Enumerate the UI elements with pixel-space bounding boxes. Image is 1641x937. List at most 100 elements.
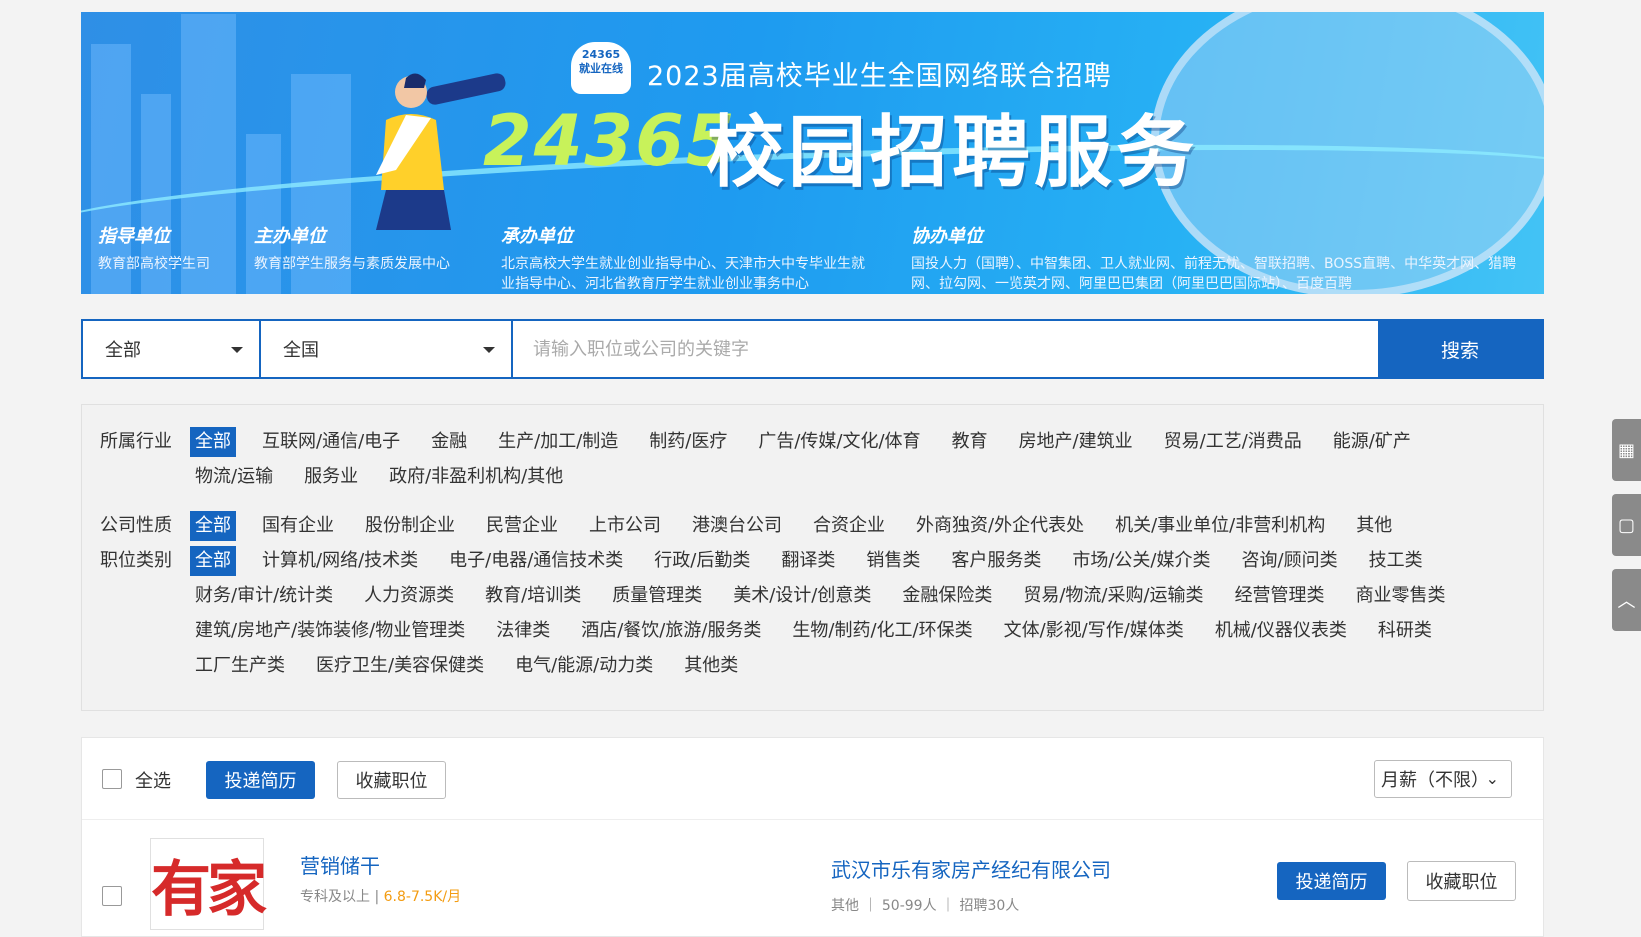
filter-option[interactable]: 技工类 xyxy=(1364,546,1428,576)
filter-option[interactable]: 机关/事业单位/非营利机构 xyxy=(1110,511,1330,541)
filter-option[interactable]: 建筑/房地产/装饰装修/物业管理类 xyxy=(190,616,470,646)
org-text: 国投人力（国聘）、中智集团、卫人就业网、前程无忧、智联招聘、BOSS直聘、中华英… xyxy=(911,256,1517,292)
filter-panel: 所属行业 全部 互联网/通信/电子 金融 生产/加工/制造 制药/医疗 广告/传媒/文化/… xyxy=(81,404,1544,711)
filter-option[interactable]: 服务业 xyxy=(299,462,363,492)
org-heading: 承办单位 xyxy=(501,226,573,247)
filter-option[interactable]: 行政/后勤类 xyxy=(649,546,755,576)
filter-option[interactable]: 工厂生产类 xyxy=(190,651,290,681)
filter-option[interactable]: 客户服务类 xyxy=(946,546,1046,576)
org-heading: 协办单位 xyxy=(911,226,983,247)
up-icon[interactable]: ︿ xyxy=(1612,569,1641,631)
job-title-link[interactable]: 营销储干 xyxy=(300,850,380,879)
caret-down-icon xyxy=(483,347,495,353)
filter-option[interactable]: 教育 xyxy=(947,427,993,457)
job-education: 专科及以上 xyxy=(300,889,370,905)
org-guide: 指导单位 教育部高校学生司 xyxy=(98,222,238,274)
apply-button[interactable]: 投递简历 xyxy=(1277,862,1386,900)
type-select-value: 全部 xyxy=(105,340,141,361)
org-coorganizer: 协办单位 国投人力（国聘）、中智集团、卫人就业网、前程无忧、智联招聘、BOSS直… xyxy=(911,222,1531,294)
campus-recruitment-banner: 24365 就业在线 2023届高校毕业生全国网络联合招聘 24365 校园招聘… xyxy=(81,12,1544,294)
filter-option[interactable]: 政府/非盈利机构/其他 xyxy=(384,462,568,492)
search-bar: 全部 全国 搜索 xyxy=(81,319,1544,379)
type-select[interactable]: 全部 xyxy=(83,321,261,377)
filter-option[interactable]: 能源/矿产 xyxy=(1328,427,1416,457)
filter-option[interactable]: 房地产/建筑业 xyxy=(1014,427,1138,457)
caret-down-icon xyxy=(231,347,243,353)
filter-option[interactable]: 财务/审计/统计类 xyxy=(190,581,338,611)
region-select[interactable]: 全国 xyxy=(261,321,513,377)
org-heading: 主办单位 xyxy=(254,226,326,247)
org-text: 教育部高校学生司 xyxy=(98,256,210,272)
filter-option[interactable]: 生物/制药/化工/环保类 xyxy=(787,616,977,646)
filter-option[interactable]: 电气/能源/动力类 xyxy=(510,651,658,681)
filter-option[interactable]: 贸易/工艺/消费品 xyxy=(1159,427,1307,457)
filter-option[interactable]: 股份制企业 xyxy=(360,511,460,541)
filter-option[interactable]: 人力资源类 xyxy=(359,581,459,611)
salary-select-value: 月薪（不限） xyxy=(1381,770,1489,791)
filter-option[interactable]: 上市公司 xyxy=(584,511,666,541)
filter-option[interactable]: 其他类 xyxy=(679,651,743,681)
filter-label: 所属行业 xyxy=(100,431,172,452)
select-all-label[interactable]: 全选 xyxy=(135,767,171,793)
favorite-button[interactable]: 收藏职位 xyxy=(1407,861,1516,901)
filter-option[interactable]: 国有企业 xyxy=(257,511,339,541)
filter-option[interactable]: 金融保险类 xyxy=(897,581,997,611)
qrcode-icon[interactable]: ▦ xyxy=(1612,419,1641,481)
org-heading: 指导单位 xyxy=(98,226,170,247)
banner-title: 校园招聘服务 xyxy=(706,108,1199,198)
company-logo-text: 有家 xyxy=(151,854,267,925)
filter-option[interactable]: 销售类 xyxy=(861,546,925,576)
filter-option[interactable]: 酒店/餐饮/旅游/服务类 xyxy=(576,616,766,646)
filter-option[interactable]: 法律类 xyxy=(491,616,555,646)
filter-options: 全部 互联网/通信/电子 金融 生产/加工/制造 制药/医疗 广告/传媒/文化/体育 教育房… xyxy=(190,427,1490,492)
filter-option[interactable]: 质量管理类 xyxy=(607,581,707,611)
filter-option[interactable]: 全部 xyxy=(190,546,236,576)
filter-option[interactable]: 电子/电器/通信技术类 xyxy=(444,546,628,576)
batch-favorite-button[interactable]: 收藏职位 xyxy=(337,761,446,799)
company-logo[interactable]: 有家 xyxy=(150,838,267,930)
filter-option[interactable]: 广告/传媒/文化/体育 xyxy=(753,427,925,457)
filter-option[interactable]: 贸易/物流/采购/运输类 xyxy=(1018,581,1208,611)
filter-option[interactable]: 科研类 xyxy=(1373,616,1437,646)
filter-option[interactable]: 咨询/顾问类 xyxy=(1237,546,1343,576)
filter-option[interactable]: 经营管理类 xyxy=(1230,581,1330,611)
filter-option[interactable]: 港澳台公司 xyxy=(687,511,787,541)
job-checkbox[interactable] xyxy=(102,886,122,906)
filter-option[interactable]: 全部 xyxy=(190,427,236,457)
filter-option[interactable]: 合资企业 xyxy=(808,511,890,541)
job-meta: 专科及以上 | 6.8-7.5K/月 xyxy=(300,886,461,906)
company-name-link[interactable]: 武汉市乐有家房产经纪有限公司 xyxy=(831,854,1111,883)
filter-option[interactable]: 互联网/通信/电子 xyxy=(257,427,405,457)
filter-option[interactable]: 计算机/网络/技术类 xyxy=(257,546,423,576)
filter-option[interactable]: 市场/公关/媒介类 xyxy=(1067,546,1215,576)
filter-option[interactable]: 机械/仪器仪表类 xyxy=(1210,616,1352,646)
filter-option[interactable]: 翻译类 xyxy=(776,546,840,576)
filter-row-industry: 所属行业 全部 互联网/通信/电子 金融 生产/加工/制造 制药/医疗 广告/传媒/文化/… xyxy=(100,427,1490,492)
filter-option[interactable]: 全部 xyxy=(190,511,236,541)
batch-apply-button[interactable]: 投递简历 xyxy=(206,761,315,799)
filter-option[interactable]: 制药/医疗 xyxy=(644,427,732,457)
keyword-search-input[interactable] xyxy=(513,321,1378,377)
filter-option[interactable]: 物流/运输 xyxy=(190,462,278,492)
banner-number: 24365 xyxy=(483,100,737,182)
filter-option[interactable]: 其他 xyxy=(1351,511,1397,541)
salary-filter-select[interactable]: 月薪（不限） ⌄ xyxy=(1374,760,1512,798)
filter-option[interactable]: 教育/培训类 xyxy=(480,581,586,611)
org-host: 主办单位 教育部学生服务与素质发展中心 xyxy=(254,222,484,274)
company-meta: 其他 ｜ 50-99人 ｜ 招聘30人 xyxy=(831,898,1020,914)
filter-option[interactable]: 文体/影视/写作/媒体类 xyxy=(999,616,1189,646)
org-text: 北京高校大学生就业创业指导中心、天津市大中专毕业生就业指导中心、河北省教育厅学生… xyxy=(501,256,865,292)
filter-option[interactable]: 美术/设计/创意类 xyxy=(728,581,876,611)
select-all-checkbox[interactable] xyxy=(102,769,122,789)
region-select-value: 全国 xyxy=(283,340,319,361)
results-toolbar: 全选 投递简历 收藏职位 月薪（不限） ⌄ xyxy=(82,738,1543,820)
filter-option[interactable]: 生产/加工/制造 xyxy=(493,427,623,457)
filter-option[interactable]: 商业零售类 xyxy=(1351,581,1451,611)
filter-option[interactable]: 医疗卫生/美容保健类 xyxy=(311,651,489,681)
search-button[interactable]: 搜索 xyxy=(1378,321,1542,377)
filter-option[interactable]: 金融 xyxy=(426,427,472,457)
chat-icon[interactable]: ▢ xyxy=(1612,494,1641,556)
chevron-down-icon: ⌄ xyxy=(1485,769,1499,788)
filter-option[interactable]: 民营企业 xyxy=(481,511,563,541)
filter-option[interactable]: 外商独资/外企代表处 xyxy=(911,511,1089,541)
